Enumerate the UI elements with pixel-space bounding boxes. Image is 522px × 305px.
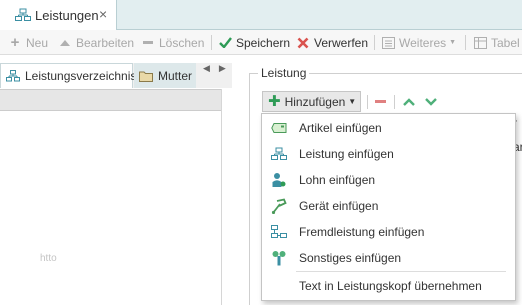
minus-icon	[374, 99, 386, 103]
panel-splitter[interactable]	[221, 89, 222, 305]
new-label: Neu	[26, 35, 49, 50]
add-button[interactable]: ✚ Hinzufügen ▼	[262, 91, 361, 112]
folder-icon	[139, 70, 153, 82]
service-icon	[15, 8, 31, 22]
tab-label: Mutter	[158, 68, 193, 83]
discard-button[interactable]: Verwerfen	[296, 33, 368, 52]
move-up-button[interactable]	[401, 93, 417, 110]
menu-item-leistung[interactable]: Leistung einfügen	[262, 141, 515, 167]
edit-button[interactable]: Bearbeiten	[58, 33, 134, 52]
chevron-right-icon[interactable]: ▶	[219, 63, 226, 77]
chevron-down-icon: ▼	[348, 97, 357, 106]
ghost-text: htto	[40, 253, 57, 264]
chevron-down-icon: ▼	[449, 39, 457, 46]
menu-item-label: Leistung einfügen	[299, 147, 394, 161]
more-button[interactable]: Weiteres ▼	[381, 33, 456, 52]
group-title: Leistung	[258, 66, 310, 80]
chevron-down-icon	[425, 97, 437, 106]
left-list-header	[0, 89, 221, 111]
menu-item-label: Lohn einfügen	[299, 173, 376, 187]
table-button[interactable]: Tabel	[473, 33, 520, 52]
button-separator	[394, 95, 395, 109]
save-label: Speichern	[236, 35, 291, 50]
tab-scroll-arrows: ◀ ▶	[199, 63, 232, 77]
add-label: Hinzufügen	[284, 94, 346, 109]
save-button[interactable]: Speichern	[218, 33, 290, 52]
menu-item-sonstiges[interactable]: Sonstiges einfügen	[262, 245, 515, 271]
menu-item-label: Fremdleistung einfügen	[299, 225, 425, 239]
close-icon[interactable]: ×	[99, 6, 107, 22]
toolbar: + Neu Bearbeiten Löschen Speichern Verwe…	[0, 30, 522, 55]
toolbar-separator	[465, 35, 466, 50]
plus-icon: ✚	[268, 93, 281, 110]
new-button[interactable]: + Neu	[8, 33, 48, 52]
list-icon	[381, 36, 395, 50]
minus-icon	[141, 36, 155, 50]
menu-item-text-uebernehmen[interactable]: Text in Leistungskopf übernehmen	[262, 273, 515, 299]
check-icon	[218, 36, 232, 50]
external-service-icon	[270, 223, 288, 241]
menu-item-geraet[interactable]: Gerät einfügen	[262, 193, 515, 219]
move-down-button[interactable]	[423, 93, 439, 110]
menu-item-lohn[interactable]: Lohn einfügen	[262, 167, 515, 193]
menu-item-fremdleistung[interactable]: Fremdleistung einfügen	[262, 219, 515, 245]
tab-label: Leistungen	[35, 8, 99, 23]
device-icon	[270, 197, 288, 215]
menu-item-label: Sonstiges einfügen	[299, 251, 402, 265]
tab-leistungen[interactable]: Leistungen ×	[0, 0, 117, 30]
misc-icon	[270, 249, 288, 267]
cross-icon	[296, 36, 310, 50]
add-dropdown-menu: Artikel einfügen Leistung einfügen Lohn …	[261, 113, 516, 301]
tab-leistungsverzeichnis[interactable]: Leistungsverzeichnis	[0, 63, 137, 88]
left-panel-tabs: Leistungsverzeichnis Mutter	[0, 63, 232, 88]
chevron-up-icon	[403, 97, 415, 106]
edit-label: Bearbeiten	[76, 35, 135, 50]
more-label: Weiteres	[399, 35, 447, 50]
service-icon	[6, 70, 20, 82]
tab-mutter[interactable]: Mutter	[134, 63, 196, 88]
delete-button[interactable]: Löschen	[141, 33, 204, 52]
chevron-left-icon[interactable]: ◀	[203, 63, 210, 77]
menu-item-label: Text in Leistungskopf übernehmen	[299, 279, 482, 293]
menu-item-artikel[interactable]: Artikel einfügen	[262, 115, 515, 141]
table-icon	[473, 36, 487, 50]
menu-separator	[296, 271, 506, 272]
article-icon	[270, 119, 288, 137]
table-label: Tabel	[491, 35, 520, 50]
discard-label: Verwerfen	[314, 35, 369, 50]
chevron-up-icon	[58, 36, 72, 50]
tab-label: Leistungsverzeichnis	[25, 69, 137, 83]
remove-button[interactable]	[372, 93, 388, 110]
service-icon	[270, 145, 288, 163]
button-separator	[367, 95, 368, 109]
left-list-body[interactable]	[0, 111, 221, 305]
plus-icon: +	[10, 34, 20, 51]
delete-label: Löschen	[159, 35, 205, 50]
toolbar-separator	[211, 35, 212, 50]
document-tab-strip: Leistungen ×	[0, 0, 522, 30]
menu-item-label: Gerät einfügen	[299, 199, 379, 213]
wage-icon	[270, 171, 288, 189]
menu-item-label: Artikel einfügen	[299, 121, 382, 135]
toolbar-separator	[374, 35, 375, 50]
